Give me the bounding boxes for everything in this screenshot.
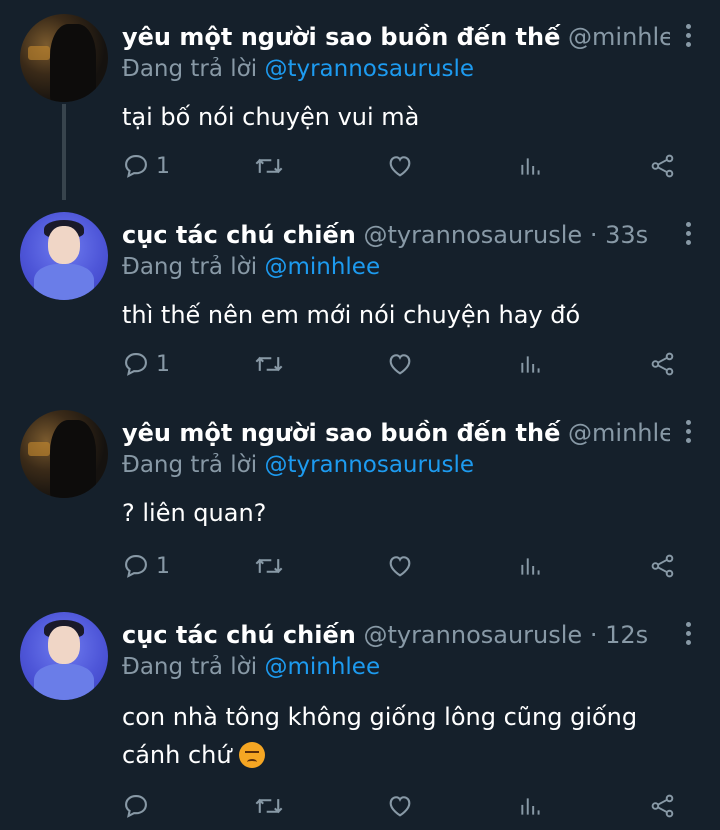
tweet-text: con nhà tông không giống lông cũng giống…	[122, 698, 680, 774]
reply-button[interactable]: 1	[122, 344, 170, 384]
thread-line	[62, 104, 66, 200]
tweet[interactable]: cục tác chú chiến @tyrannosaurusle · 12s…	[0, 598, 720, 830]
share-button[interactable]	[650, 786, 676, 826]
heart-icon	[389, 796, 411, 817]
tweet-actions	[122, 786, 682, 826]
reply-icon	[125, 353, 147, 376]
share-icon	[651, 154, 674, 178]
replying-to-handle[interactable]: @minhlee	[264, 254, 380, 280]
heart-icon	[389, 156, 411, 177]
retweet-button[interactable]	[254, 344, 284, 384]
reply-button[interactable]: 1	[122, 146, 170, 186]
heart-icon	[389, 354, 411, 375]
analytics-icon	[521, 158, 540, 175]
tweet-header: yêu một người sao buồn đến thế @minhlee …	[122, 20, 670, 54]
user-handle: @tyrannosaurusle · 12s	[363, 621, 649, 649]
like-button[interactable]	[386, 546, 414, 586]
tweet-header: cục tác chú chiến @tyrannosaurusle · 12s	[122, 618, 670, 652]
replying-label: Đang trả lời	[122, 654, 258, 680]
replying-to: Đang trả lời @minhlee	[122, 250, 380, 284]
tweet-text: thì thế nên em mới nói chuyện hay đó	[122, 301, 581, 329]
tweet-header: cục tác chú chiến @tyrannosaurusle · 33s	[122, 218, 670, 252]
analytics-icon	[521, 798, 540, 815]
replying-to: Đang trả lời @tyrannosaurusle	[122, 448, 474, 482]
angry-face-emoji	[239, 742, 266, 768]
analytics-button[interactable]	[518, 146, 544, 186]
tweet[interactable]: yêu một người sao buồn đến thế @minhlee …	[0, 396, 720, 598]
share-icon	[651, 554, 674, 578]
reply-count: 1	[156, 351, 170, 377]
analytics-icon	[521, 356, 540, 373]
share-button[interactable]	[650, 344, 676, 384]
tweet-text: tại bố nói chuyện vui mà	[122, 103, 420, 131]
tweet-text-content: con nhà tông không giống lông cũng giống…	[122, 703, 638, 769]
analytics-button[interactable]	[518, 546, 544, 586]
avatar[interactable]	[20, 212, 108, 300]
tweet-text: ? liên quan?	[122, 499, 267, 527]
replying-label: Đang trả lời	[122, 452, 258, 478]
tweet-actions: 1	[122, 344, 682, 384]
reply-count: 1	[156, 153, 170, 179]
reply-icon	[125, 155, 147, 178]
retweet-button[interactable]	[254, 786, 284, 826]
replying-to: Đang trả lời @minhlee	[122, 650, 380, 684]
retweet-icon	[255, 356, 283, 372]
reply-icon	[125, 795, 147, 818]
display-name[interactable]: yêu một người sao buồn đến thế	[122, 419, 560, 447]
avatar[interactable]	[20, 410, 108, 498]
avatar[interactable]	[20, 612, 108, 700]
more-options-icon[interactable]	[686, 222, 692, 246]
user-handle: @minhlee ·...	[568, 23, 670, 51]
user-handle: @minhlee ·...	[568, 419, 670, 447]
like-button[interactable]	[386, 146, 414, 186]
display-name[interactable]: yêu một người sao buồn đến thế	[122, 23, 560, 51]
analytics-button[interactable]	[518, 344, 544, 384]
reply-icon	[125, 555, 147, 578]
like-button[interactable]	[386, 786, 414, 826]
display-name[interactable]: cục tác chú chiến	[122, 621, 356, 649]
tweet-actions: 1	[122, 546, 682, 586]
more-options-icon[interactable]	[686, 420, 692, 444]
tweet[interactable]: cục tác chú chiến @tyrannosaurusle · 33s…	[0, 198, 720, 398]
more-options-icon[interactable]	[686, 622, 692, 646]
replying-label: Đang trả lời	[122, 254, 258, 280]
reply-button[interactable]	[122, 786, 156, 826]
replying-label: Đang trả lời	[122, 56, 258, 82]
share-button[interactable]	[650, 146, 676, 186]
avatar[interactable]	[20, 14, 108, 102]
tweet-actions: 1	[122, 146, 682, 186]
analytics-button[interactable]	[518, 786, 544, 826]
share-icon	[651, 794, 674, 818]
replying-to-handle[interactable]: @tyrannosaurusle	[264, 452, 474, 478]
retweet-icon	[255, 798, 283, 814]
retweet-button[interactable]	[254, 546, 284, 586]
display-name[interactable]: cục tác chú chiến	[122, 221, 356, 249]
more-options-icon[interactable]	[686, 24, 692, 48]
retweet-button[interactable]	[254, 146, 284, 186]
reply-count: 1	[156, 553, 170, 579]
tweet-header: yêu một người sao buồn đến thế @minhlee …	[122, 416, 670, 450]
retweet-icon	[255, 558, 283, 574]
share-icon	[651, 352, 674, 376]
retweet-icon	[255, 158, 283, 174]
reply-button[interactable]: 1	[122, 546, 170, 586]
user-handle: @tyrannosaurusle · 33s	[363, 221, 649, 249]
share-button[interactable]	[650, 546, 676, 586]
analytics-icon	[521, 558, 540, 575]
replying-to: Đang trả lời @tyrannosaurusle	[122, 52, 474, 86]
replying-to-handle[interactable]: @minhlee	[264, 654, 380, 680]
heart-icon	[389, 556, 411, 577]
like-button[interactable]	[386, 344, 414, 384]
replying-to-handle[interactable]: @tyrannosaurusle	[264, 56, 474, 82]
tweet[interactable]: yêu một người sao buồn đến thế @minhlee …	[0, 0, 720, 200]
